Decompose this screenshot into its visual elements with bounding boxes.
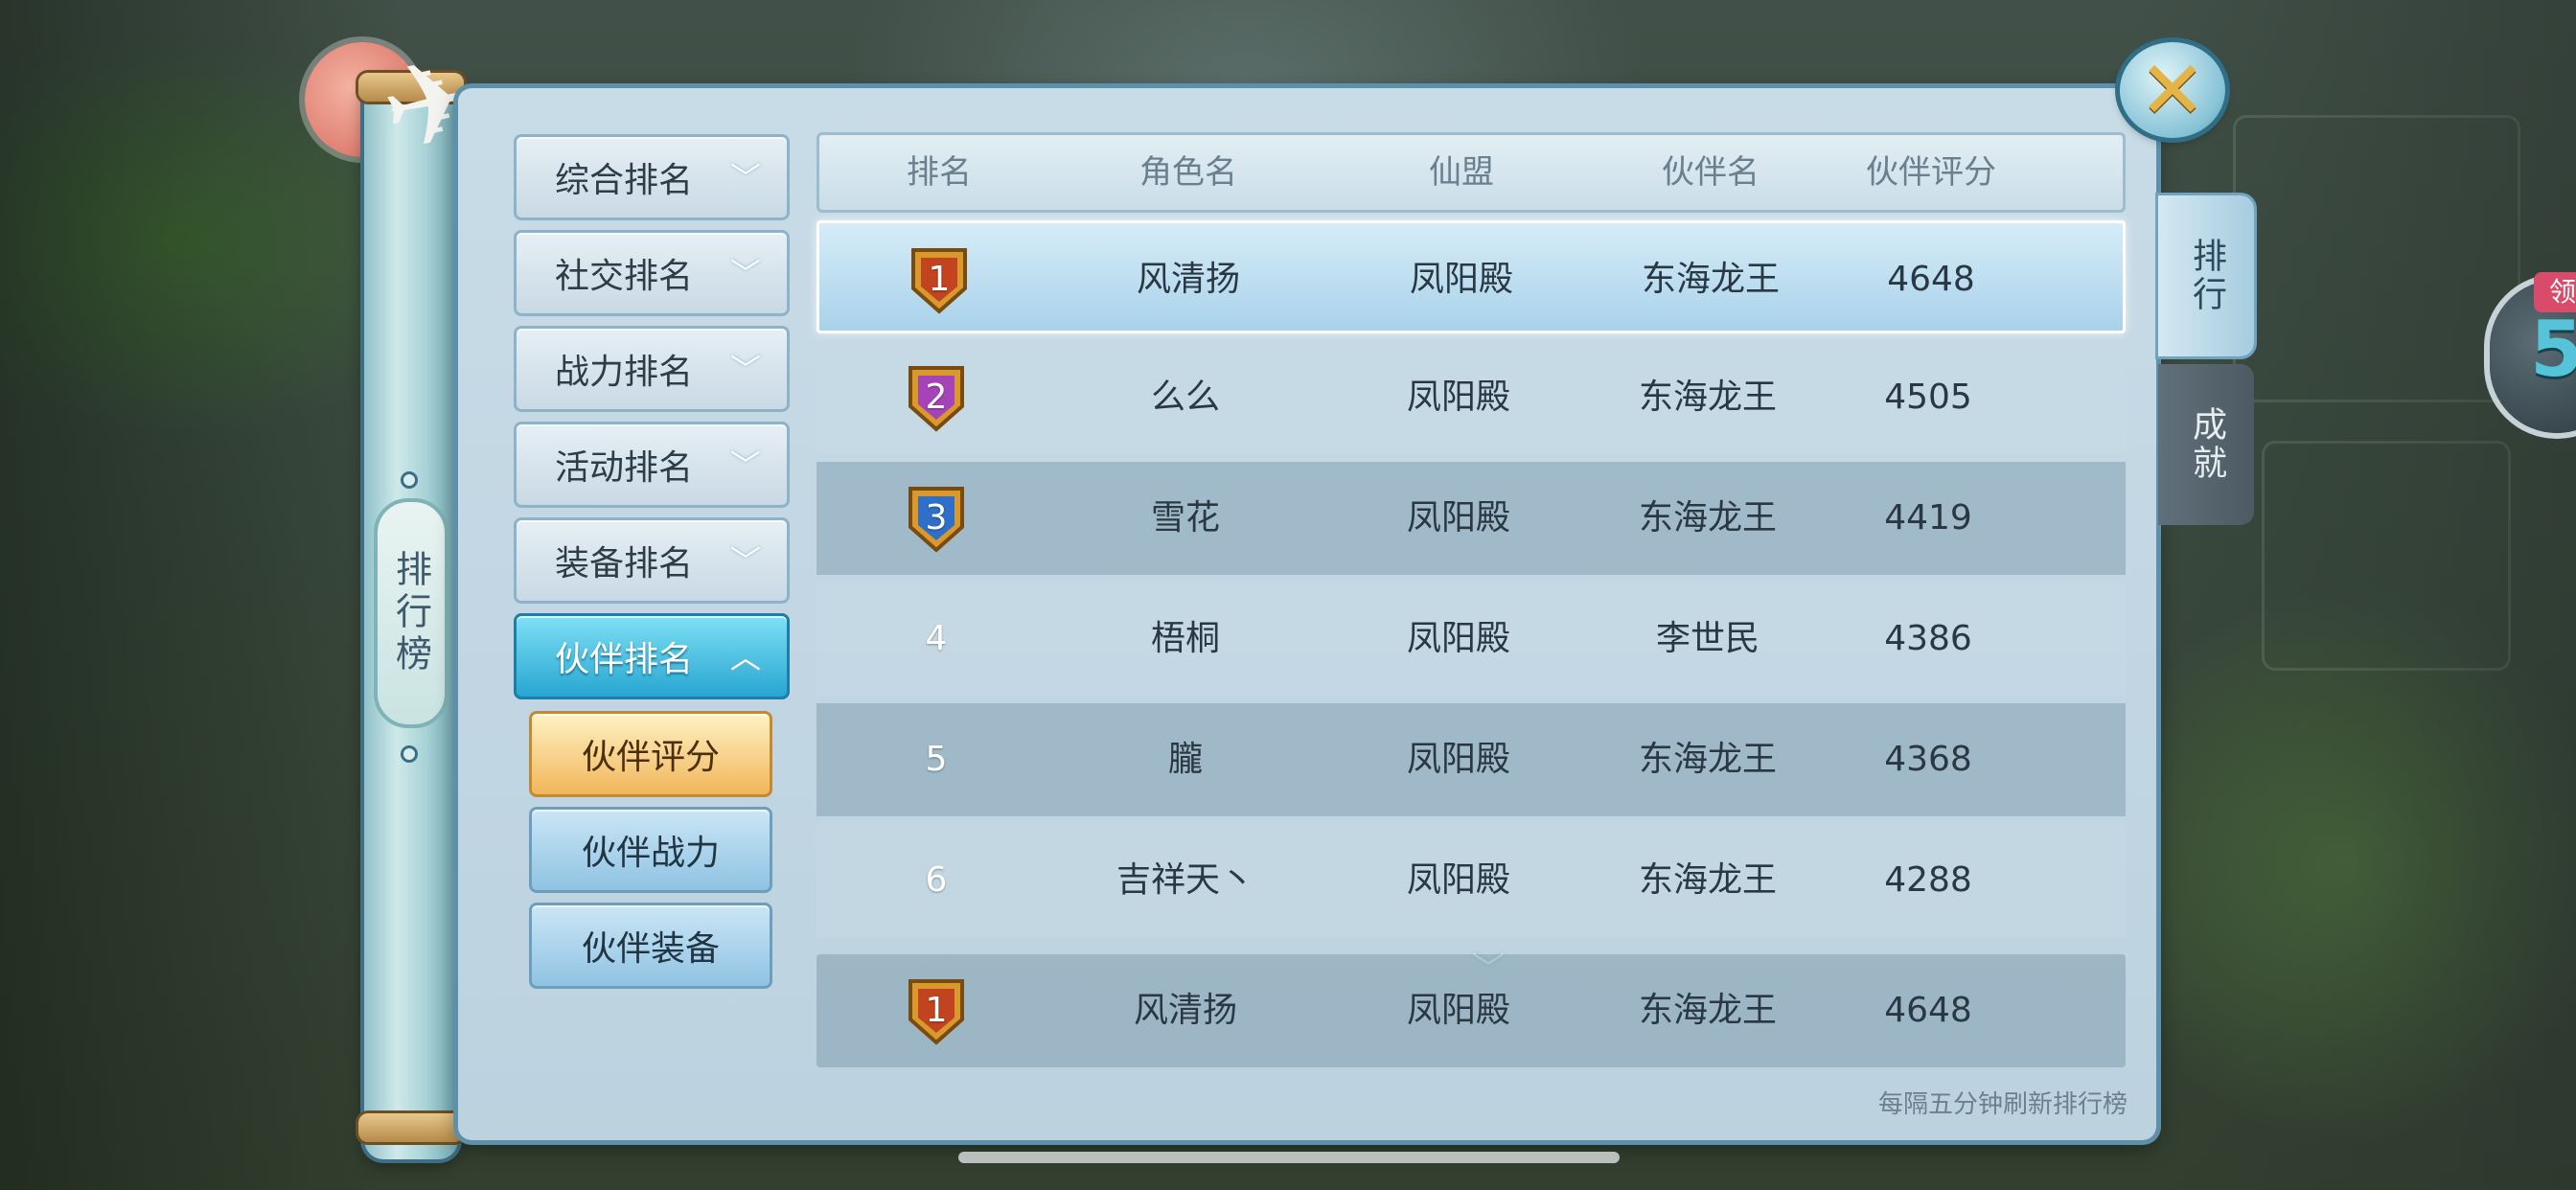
partner-score: 4505 (1884, 378, 1972, 417)
partner-score: 4419 (1884, 498, 1972, 538)
header-partner-name: 伙伴名 (1662, 153, 1760, 192)
chevron-down-icon: ﹀ (729, 352, 761, 388)
rank-value: 6 (925, 860, 948, 900)
category-label: 综合排名 (555, 161, 694, 200)
partner-score: 4648 (1887, 260, 1975, 299)
tab-achievement[interactable]: 成就 (2158, 364, 2254, 525)
rank-value: 5 (925, 740, 948, 779)
scene-shadow-right (2135, 0, 2576, 1190)
rank-value: 1 (925, 991, 948, 1030)
guild-name: 凤阳殿 (1406, 991, 1510, 1030)
scene-shadow-left (0, 0, 402, 1190)
header-rank: 排名 (907, 153, 972, 192)
partner-name: 东海龙王 (1638, 498, 1777, 538)
role-name: 吉祥天丶 (1116, 860, 1254, 900)
partner-score: 4288 (1884, 860, 1972, 900)
guild-name: 凤阳殿 (1409, 260, 1513, 299)
scroll-dot (401, 471, 418, 489)
partner-name: 李世民 (1655, 619, 1760, 658)
my-rank-row: 1 风清扬 凤阳殿 东海龙王 4648 (816, 954, 2126, 1067)
table-row[interactable]: 4 梧桐 凤阳殿 李世民 4386 (816, 583, 2126, 696)
partner-name: 东海龙王 (1638, 378, 1777, 417)
guild-name: 凤阳殿 (1406, 860, 1510, 900)
guild-name: 凤阳殿 (1406, 619, 1510, 658)
category-power[interactable]: 战力排名 ﹀ (514, 326, 790, 412)
guild-name: 凤阳殿 (1406, 498, 1510, 538)
table-row[interactable]: 6 吉祥天丶 凤阳殿 东海龙王 4288 (816, 824, 2126, 937)
category-overall[interactable]: 综合排名 ﹀ (514, 134, 790, 220)
partner-name: 东海龙王 (1638, 740, 1777, 779)
close-button[interactable]: ✕ (2120, 42, 2225, 138)
partner-score: 4386 (1884, 619, 1972, 658)
scroll-title: 排行榜 (374, 498, 448, 728)
category-equipment[interactable]: 装备排名 ﹀ (514, 517, 790, 604)
header-partner-score: 伙伴评分 (1866, 153, 1996, 192)
rank-value: 1 (928, 260, 951, 299)
table-row[interactable]: 1 风清扬 凤阳殿 东海龙王 4648 (816, 220, 2126, 333)
partner-score: 4368 (1884, 740, 1972, 779)
table-row[interactable]: 3 雪花 凤阳殿 东海龙王 4419 (816, 462, 2126, 575)
rank-value: 2 (925, 378, 948, 417)
chevron-down-icon: ﹀ (729, 447, 761, 484)
role-name: 么么 (1150, 378, 1220, 417)
role-name: 梧桐 (1150, 619, 1220, 658)
header-guild: 仙盟 (1429, 153, 1494, 192)
category-label: 战力排名 (555, 353, 694, 392)
role-name: 风清扬 (1133, 991, 1237, 1030)
table-row[interactable]: 2 么么 凤阳殿 东海龙王 4505 (816, 341, 2126, 454)
partner-name: 东海龙王 (1641, 260, 1780, 299)
reward-number: 5 (2530, 305, 2576, 394)
scroll-dot (401, 745, 418, 763)
chevron-down-icon: ﹀ (729, 256, 761, 292)
role-name: 风清扬 (1136, 260, 1240, 299)
chevron-down-icon: ﹀ (729, 543, 761, 580)
partner-name: 东海龙王 (1638, 991, 1777, 1030)
refresh-note: 每隔五分钟刷新排行榜 (1877, 1090, 2128, 1119)
category-partner[interactable]: 伙伴排名 ︿ (514, 613, 790, 699)
subcategory-partner-equipment[interactable]: 伙伴装备 (529, 903, 772, 989)
rank-value: 4 (925, 619, 948, 658)
subcategory-partner-score[interactable]: 伙伴评分 (529, 711, 772, 797)
chevron-down-icon: ﹀ (729, 160, 761, 196)
subcategory-partner-power[interactable]: 伙伴战力 (529, 807, 772, 893)
table-row[interactable]: 5 朧 凤阳殿 东海龙王 4368 (816, 703, 2126, 816)
role-name: 朧 (1167, 740, 1203, 779)
chevron-up-icon: ︿ (729, 639, 761, 675)
guild-name: 凤阳殿 (1406, 740, 1510, 779)
tab-ranking[interactable]: 排行 (2158, 195, 2254, 356)
category-activity[interactable]: 活动排名 ﹀ (514, 422, 790, 508)
category-social[interactable]: 社交排名 ﹀ (514, 230, 790, 316)
partner-score: 4648 (1884, 991, 1972, 1030)
category-label: 活动排名 (555, 448, 694, 488)
category-label: 装备排名 (555, 544, 694, 584)
category-label: 社交排名 (555, 257, 694, 296)
category-label: 伙伴排名 (555, 640, 694, 679)
header-role-name: 角色名 (1139, 153, 1237, 192)
role-name: 雪花 (1150, 498, 1220, 538)
home-indicator[interactable] (958, 1152, 1620, 1163)
scroll-cap-bottom (358, 1113, 464, 1142)
guild-name: 凤阳殿 (1406, 378, 1510, 417)
close-icon: ✕ (2138, 43, 2207, 137)
rank-value: 3 (925, 498, 948, 538)
partner-name: 东海龙王 (1638, 860, 1777, 900)
table-header: 排名 角色名 仙盟 伙伴名 伙伴评分 (816, 132, 2126, 213)
